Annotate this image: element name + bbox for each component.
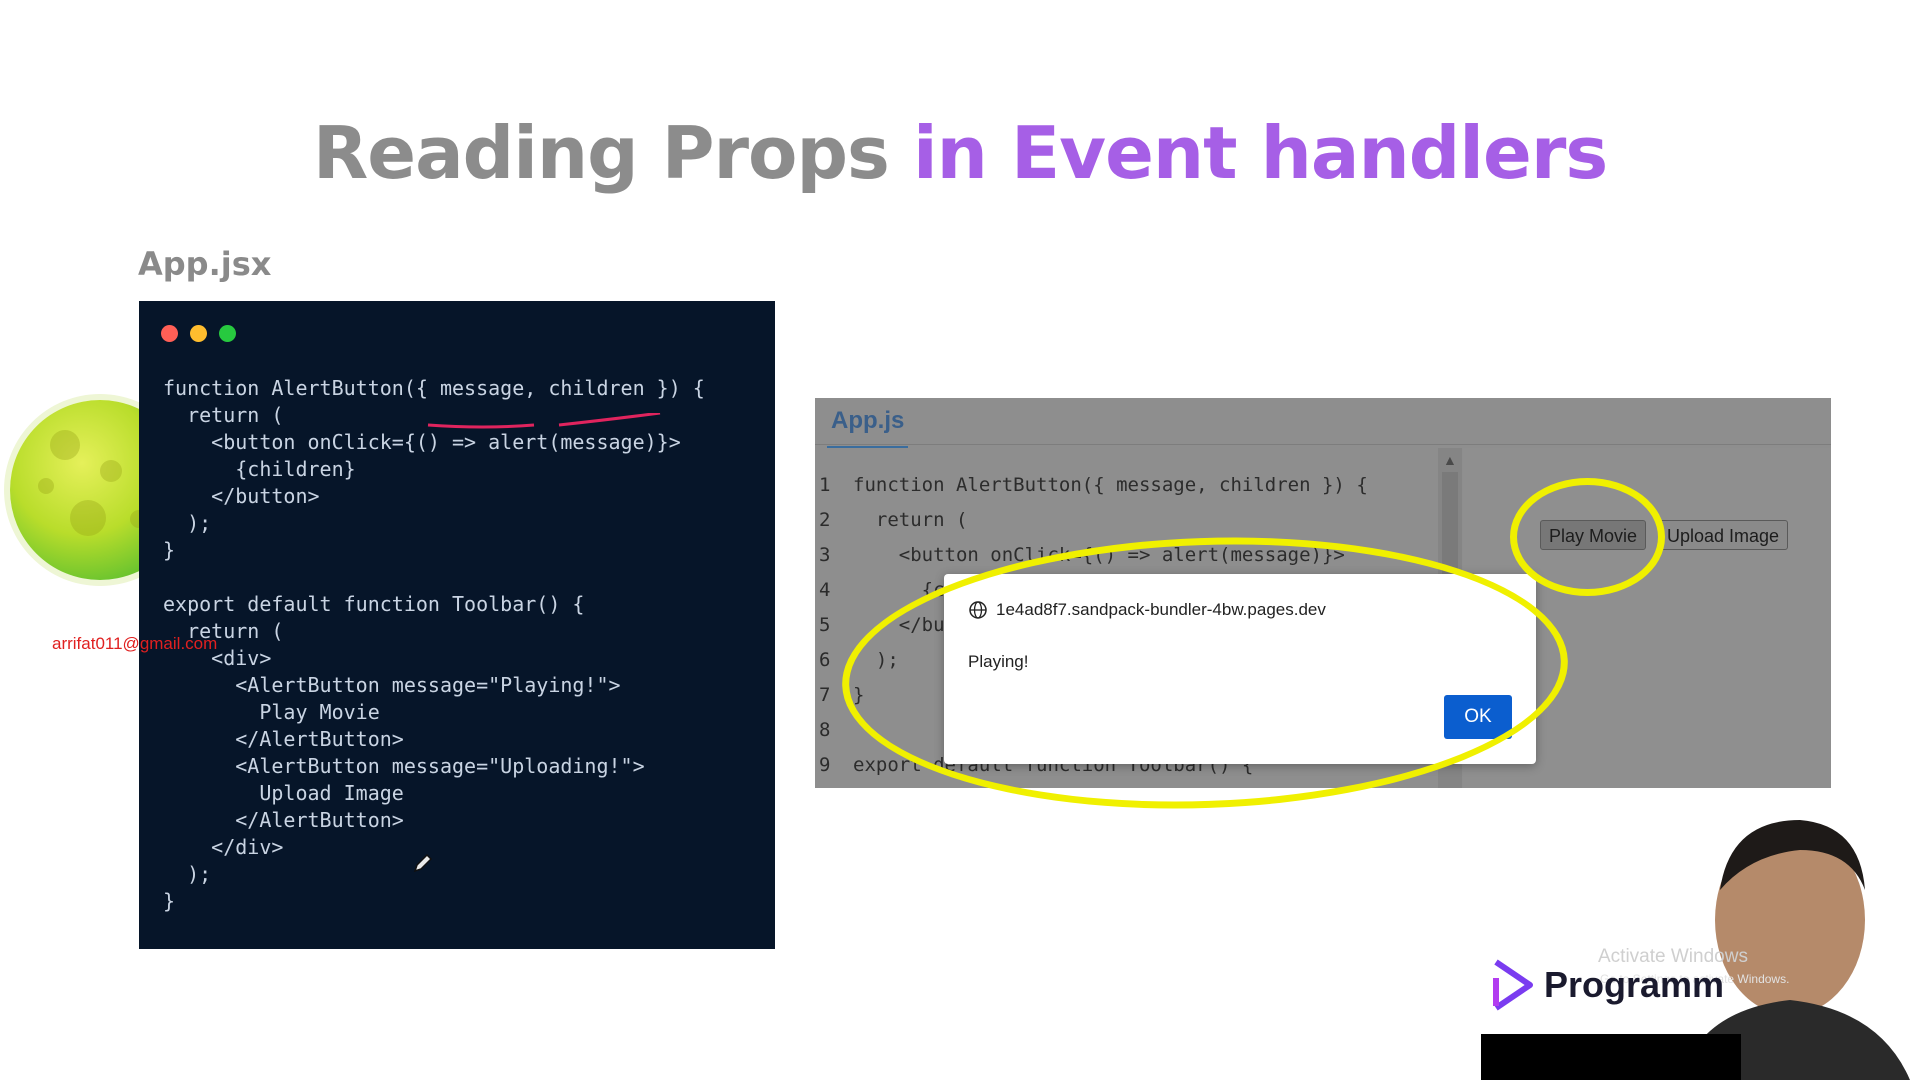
line-number: 1 (819, 474, 831, 496)
code-line: ); (163, 862, 212, 886)
video-overlay-bar (1481, 1034, 1741, 1080)
code-line: </AlertButton> (163, 727, 404, 751)
tab-app-js[interactable]: App.js (827, 402, 909, 448)
code-line: Play Movie (163, 700, 380, 724)
line-number: 5 (819, 614, 831, 636)
code-line: </button> (163, 484, 320, 508)
code-line: {children} (163, 457, 356, 481)
watermark-email: arrifat011@gmail.com (52, 634, 218, 653)
code-line: return ( (853, 509, 968, 531)
code-line: return ( (163, 403, 284, 427)
code-line: <AlertButton message="Playing!"> (163, 673, 621, 697)
pencil-cursor-icon (413, 853, 433, 873)
code-line: </AlertButton> (163, 808, 404, 832)
chevron-up-icon[interactable]: ▲ (1443, 452, 1457, 468)
highlight-ring-play-button (1510, 478, 1665, 596)
minimize-dot-icon (190, 325, 207, 342)
maximize-dot-icon (219, 325, 236, 342)
code-line: export default function Toolbar() { (163, 592, 585, 616)
line-number: 4 (819, 579, 831, 601)
code-line: <button onClick={() => alert(message)}> (163, 430, 681, 454)
code-line: function AlertButton({ message, children… (163, 376, 705, 400)
window-controls (161, 325, 236, 342)
code-line: } (163, 889, 176, 913)
upload-image-button[interactable]: Upload Image (1658, 520, 1789, 550)
code-line: function AlertButton({ message, children… (853, 474, 1368, 496)
code-line: </div> (163, 835, 284, 859)
file-label: App.jsx (138, 245, 272, 283)
slide-title-part2: in Event handlers (912, 111, 1608, 195)
brand-play-icon (1493, 959, 1533, 1011)
code-line: } (163, 538, 176, 562)
code-line: <AlertButton message="Uploading!"> (163, 754, 645, 778)
brand-logo: Programm (1490, 958, 1724, 1012)
line-number: 9 (819, 754, 831, 776)
line-number: 8 (819, 719, 831, 741)
code-block: function AlertButton({ message, children… (163, 375, 705, 915)
code-editor: function AlertButton({ message, children… (139, 301, 775, 949)
slide-title: Reading Props in Event handlers (0, 108, 1920, 198)
code-line: Upload Image (163, 781, 404, 805)
code-line: ); (163, 511, 212, 535)
line-number: 3 (819, 544, 831, 566)
close-dot-icon (161, 325, 178, 342)
slide-title-part1: Reading Props (312, 111, 890, 195)
brand-name: Programm (1544, 964, 1725, 1005)
line-number: 2 (819, 509, 831, 531)
annotation-underline (427, 413, 661, 429)
